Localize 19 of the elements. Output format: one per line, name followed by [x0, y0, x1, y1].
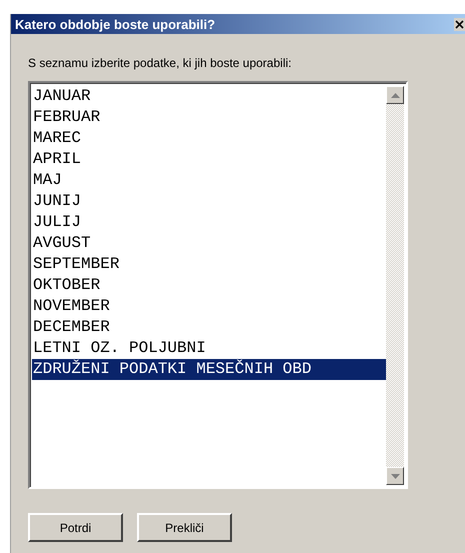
list-item[interactable]: MAJ	[32, 170, 386, 191]
list-item[interactable]: APRIL	[32, 149, 386, 170]
dialog-button[interactable]: Prekliči	[137, 513, 232, 542]
list-item[interactable]: OKTOBER	[32, 275, 386, 296]
list-item[interactable]: JUNIJ	[32, 191, 386, 212]
list-item[interactable]: SEPTEMBER	[32, 254, 386, 275]
list-item[interactable]: FEBRUAR	[32, 107, 386, 128]
list-item[interactable]: LETNI OZ. POLJUBNI	[32, 338, 386, 359]
list-item[interactable]: JANUAR	[32, 86, 386, 107]
period-listbox[interactable]: JANUAR FEBRUAR MAREC APRIL MAJ JUNIJ JULIJ AVGUST SEPTEMBER OKTOBER NOVEMBER DECEMBER LETNI OZ. POLJUBNI ZDRUŽENI PODATKI MESEČNIH OBD	[28, 81, 408, 489]
list-item[interactable]: DECEMBER	[32, 317, 386, 338]
list-item[interactable]: NOVEMBER	[32, 296, 386, 317]
dialog-button[interactable]: Potrdi	[28, 513, 123, 542]
list-item[interactable]: MAREC	[32, 128, 386, 149]
list-item[interactable]: ZDRUŽENI PODATKI MESEČNIH OBD	[32, 359, 386, 380]
list-item[interactable]: JULIJ	[32, 212, 386, 233]
window-title: Katero obdobje boste uporabili?	[15, 16, 216, 32]
prompt-text: S seznamu izberite podatke, ki jih boste uporabili:	[28, 56, 292, 70]
list-item[interactable]: AVGUST	[32, 233, 386, 254]
